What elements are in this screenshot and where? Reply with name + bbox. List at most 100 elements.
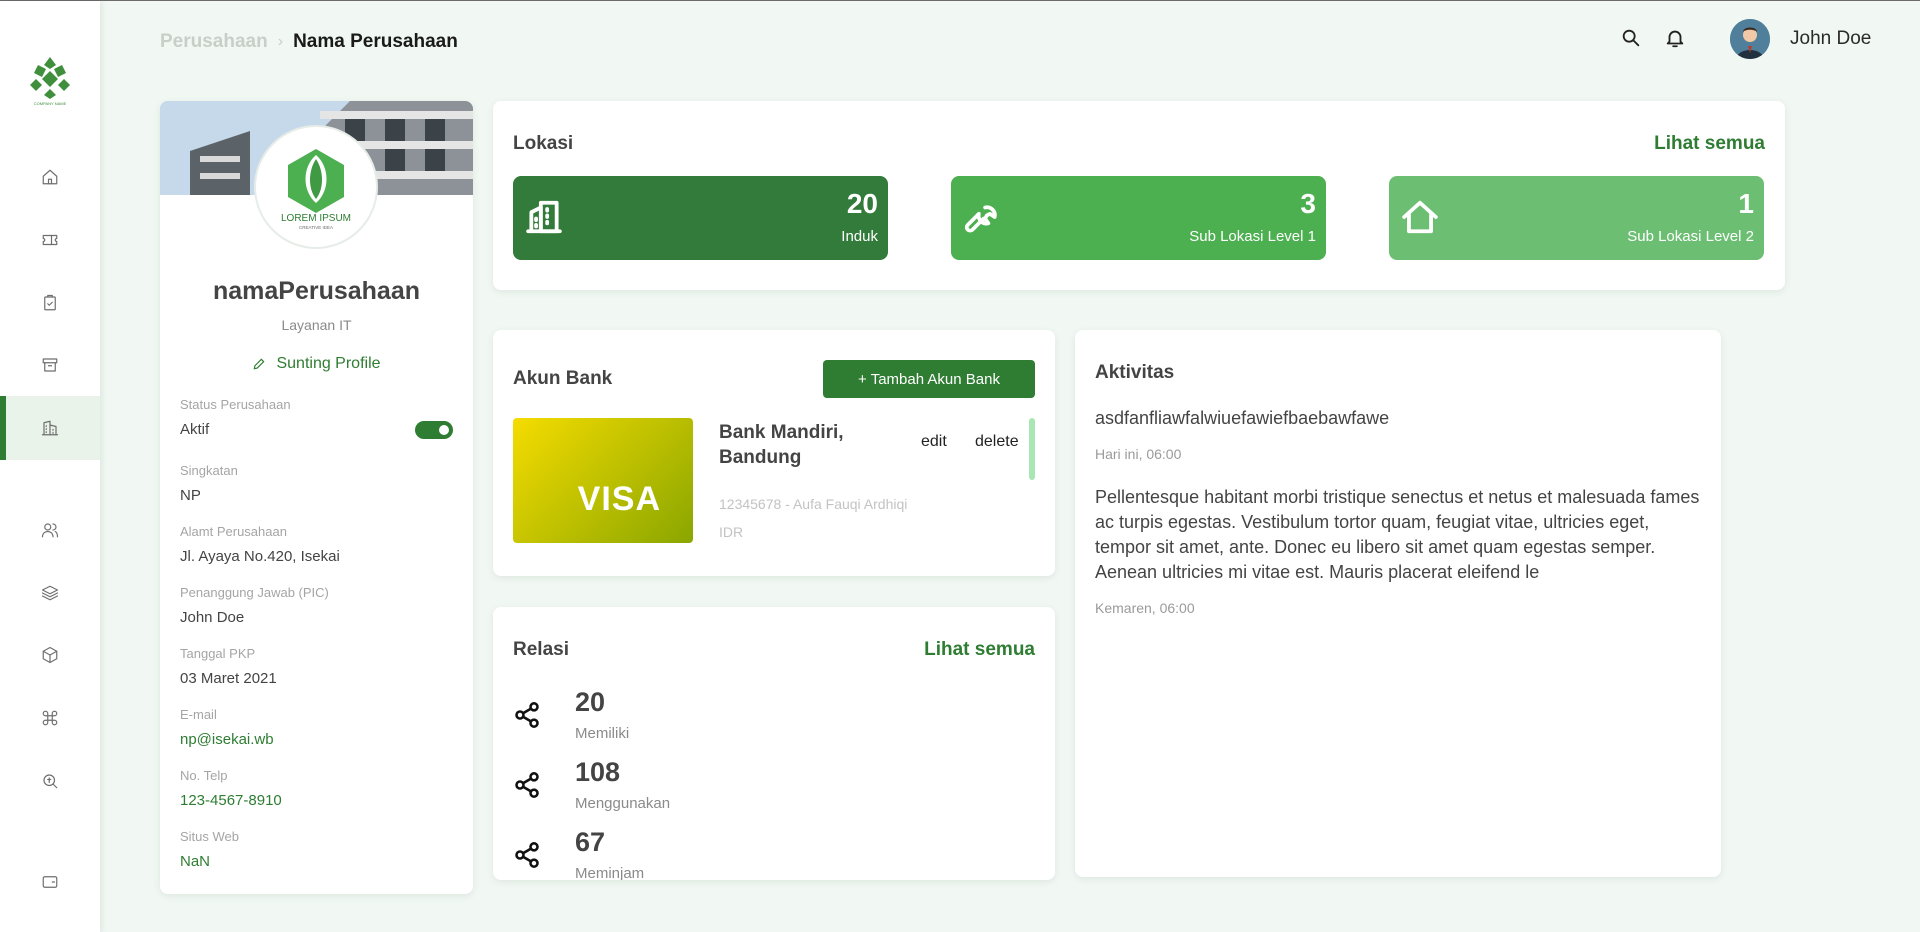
bank-account-number: 12345678 - Aufa Fauqi Ardhiqi: [719, 496, 908, 512]
breadcrumb-separator: ›: [277, 33, 284, 50]
box-icon: [42, 646, 58, 664]
logo-subtext: CREATIVE IDEA: [299, 225, 333, 230]
bank-title: Akun Bank: [513, 368, 613, 389]
field-phone-value[interactable]: 123-4567-8910: [180, 792, 282, 809]
activity-text: Pellentesque habitant morbi tristique se…: [1095, 487, 1700, 582]
nav-tasks[interactable]: [0, 271, 100, 335]
field-pkp-value: 03 Maret 2021: [180, 670, 277, 687]
bank-card: Akun Bank + Tambah Akun Bank VISA Bank M…: [493, 330, 1055, 576]
ticket-icon: [42, 234, 58, 246]
bank-name: Bank Mandiri, Bandung: [719, 422, 844, 468]
edit-profile-button[interactable]: Sunting Profile: [160, 355, 473, 373]
header-icons: [1620, 27, 1686, 49]
lokasi-card: Lokasi Lihat semua 20 Induk 3 Sub Lokasi…: [493, 101, 1785, 290]
field-abbrev-label: Singkatan: [180, 463, 238, 478]
home-icon: [42, 169, 58, 185]
logo-caption: COMPANY NAME: [34, 101, 67, 106]
sidebar: COMPANY NAME: [0, 1, 100, 932]
breadcrumb-parent[interactable]: Perusahaan: [160, 31, 268, 53]
command-icon: [42, 710, 58, 726]
nav-command[interactable]: [0, 686, 100, 750]
bank-delete-button[interactable]: delete: [975, 433, 1019, 451]
layers-icon: [41, 585, 59, 601]
bank-scrollbar[interactable]: [1029, 418, 1035, 480]
nav-company[interactable]: [0, 396, 100, 460]
lokasi-see-all-link[interactable]: Lihat semua: [1654, 133, 1765, 155]
wrench-icon: [964, 205, 997, 233]
add-bank-account-button[interactable]: + Tambah Akun Bank: [823, 360, 1035, 398]
share-icon: [515, 702, 539, 728]
relasi-item[interactable]: 20 Memiliki: [513, 687, 813, 747]
field-email-value[interactable]: np@isekai.wb: [180, 731, 274, 748]
field-address-label: Alamt Perusahaan: [180, 524, 287, 539]
relasi-value: 20: [575, 687, 606, 717]
nav-search-report[interactable]: [0, 749, 100, 813]
avatar[interactable]: [1730, 19, 1770, 59]
nav-tickets[interactable]: [0, 208, 100, 272]
breadcrumb: Perusahaan › Nama Perusahaan: [160, 31, 458, 53]
relasi-see-all-link[interactable]: Lihat semua: [924, 639, 1035, 661]
field-pic-label: Penanggung Jawab (PIC): [180, 585, 329, 600]
bell-icon[interactable]: [1664, 27, 1686, 49]
user-name[interactable]: John Doe: [1790, 28, 1871, 50]
field-address-value: Jl. Ayaya No.420, Isekai: [180, 548, 340, 565]
nav-archive[interactable]: [0, 333, 100, 397]
lokasi-tile-level2[interactable]: 1 Sub Lokasi Level 2: [1389, 176, 1764, 260]
nav-users[interactable]: [0, 498, 100, 562]
lokasi-title: Lokasi: [513, 133, 574, 154]
field-phone-label: No. Telp: [180, 768, 228, 783]
field-email-label: E-mail: [180, 707, 217, 722]
profile-card: LOREM IPSUM CREATIVE IDEA namaPerusahaan…: [160, 101, 473, 894]
company-logo: LOREM IPSUM CREATIVE IDEA: [254, 125, 378, 249]
company-name: namaPerusahaan: [212, 277, 421, 305]
building-icon: [526, 200, 562, 234]
tile-label: Sub Lokasi Level 1: [1189, 228, 1316, 245]
company-logo-small[interactable]: COMPANY NAME: [26, 55, 74, 107]
field-abbrev-value: NP: [180, 487, 201, 504]
lokasi-tile-induk[interactable]: 20 Induk: [513, 176, 888, 260]
field-pkp-label: Tanggal PKP: [180, 646, 256, 661]
relasi-value: 67: [575, 827, 606, 857]
bank-card-visual: VISA: [513, 418, 693, 543]
field-status-value: Aktif: [180, 421, 210, 438]
edit-profile-label: Sunting Profile: [276, 355, 381, 372]
building-icon: [41, 420, 59, 436]
aktivitas-card: Aktivitas asdfanfliawfalwiuefawiefbaebaw…: [1075, 330, 1721, 877]
card-brand: VISA: [577, 480, 661, 518]
clipboard-check-icon: [44, 294, 56, 311]
field-status-label: Status Perusahaan: [180, 397, 291, 412]
relasi-label: Memiliki: [575, 725, 630, 742]
activity-time: Hari ini, 06:00: [1095, 446, 1182, 462]
search-money-icon: [43, 774, 58, 789]
relasi-card: Relasi Lihat semua 20 Memiliki 108 Mengg…: [493, 607, 1055, 880]
share-icon: [515, 842, 539, 868]
activity-time: Kemaren, 06:00: [1095, 600, 1195, 616]
bank-edit-button[interactable]: edit: [921, 433, 947, 451]
nav-assets[interactable]: [0, 623, 100, 687]
breadcrumb-current: Nama Perusahaan: [293, 31, 458, 52]
nav-layers[interactable]: [0, 561, 100, 625]
relasi-item[interactable]: 67 Meminjam: [513, 827, 813, 880]
pencil-icon: [254, 358, 265, 370]
field-website-label: Situs Web: [180, 829, 240, 844]
search-icon[interactable]: [1620, 27, 1642, 49]
wallet-icon: [42, 876, 58, 888]
tile-value: 3: [1300, 188, 1316, 219]
field-website-value[interactable]: NaN: [180, 853, 210, 870]
share-icon: [515, 772, 539, 798]
nav-home[interactable]: [0, 145, 100, 209]
field-pic-value: John Doe: [180, 609, 245, 626]
archive-icon: [42, 358, 58, 372]
activity-text: asdfanfliawfalwiuefawiefbaebawfawe: [1095, 408, 1390, 428]
lokasi-tile-level1[interactable]: 3 Sub Lokasi Level 1: [951, 176, 1326, 260]
relasi-label: Menggunakan: [575, 795, 671, 812]
tile-value: 1: [1738, 188, 1754, 219]
status-toggle[interactable]: [415, 421, 453, 439]
nav-wallet[interactable]: [0, 850, 100, 914]
home-icon: [1402, 200, 1438, 234]
tile-label: Sub Lokasi Level 2: [1627, 228, 1754, 245]
tile-value: 20: [846, 188, 878, 219]
aktivitas-title: Aktivitas: [1095, 362, 1175, 383]
tile-label: Induk: [841, 228, 878, 245]
relasi-item[interactable]: 108 Menggunakan: [513, 757, 813, 817]
